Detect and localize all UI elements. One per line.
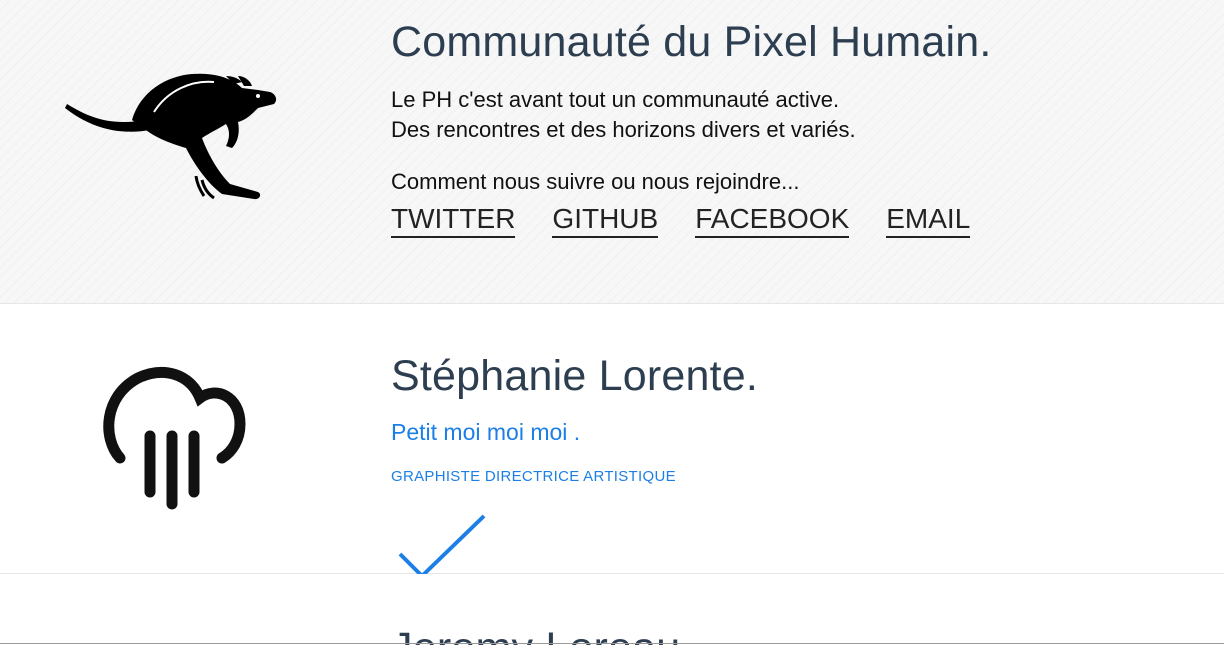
email-link[interactable]: EMAIL bbox=[886, 203, 971, 238]
divider bbox=[0, 643, 1224, 644]
description-line: Le PH c'est avant tout un communauté act… bbox=[391, 87, 840, 112]
description-line: Des rencontres et des horizons divers et… bbox=[391, 117, 856, 142]
social-links: TWITTER GITHUB FACEBOOK EMAIL bbox=[391, 203, 992, 238]
member-name: Stéphanie Lorente. bbox=[391, 352, 759, 400]
member-section: Stéphanie Lorente. Petit moi moi moi . G… bbox=[0, 304, 1224, 574]
cloud-rain-icon bbox=[103, 367, 246, 510]
facebook-link[interactable]: FACEBOOK bbox=[695, 203, 850, 238]
community-description: Le PH c'est avant tout un communauté act… bbox=[391, 85, 992, 145]
community-content: Communauté du Pixel Humain. Le PH c'est … bbox=[391, 18, 992, 238]
checkmark-icon[interactable] bbox=[396, 512, 488, 580]
member-tagline: Petit moi moi moi . bbox=[391, 419, 581, 445]
member-content-next: Jeremy Loreau bbox=[391, 624, 680, 645]
member-role: GRAPHISTE DIRECTRICE ARTISTIQUE bbox=[391, 468, 676, 485]
community-section: Communauté du Pixel Humain. Le PH c'est … bbox=[0, 0, 1224, 304]
github-link[interactable]: GITHUB bbox=[552, 203, 659, 238]
community-title: Communauté du Pixel Humain. bbox=[391, 18, 992, 66]
member-content: Stéphanie Lorente. Petit moi moi moi . G… bbox=[391, 352, 758, 485]
member-name-next: Jeremy Loreau bbox=[391, 624, 680, 645]
member-section-next: Jeremy Loreau bbox=[0, 574, 1224, 645]
follow-text: Comment nous suivre ou nous rejoindre... bbox=[391, 169, 800, 194]
kangaroo-icon bbox=[65, 73, 277, 200]
twitter-link[interactable]: TWITTER bbox=[391, 203, 516, 238]
